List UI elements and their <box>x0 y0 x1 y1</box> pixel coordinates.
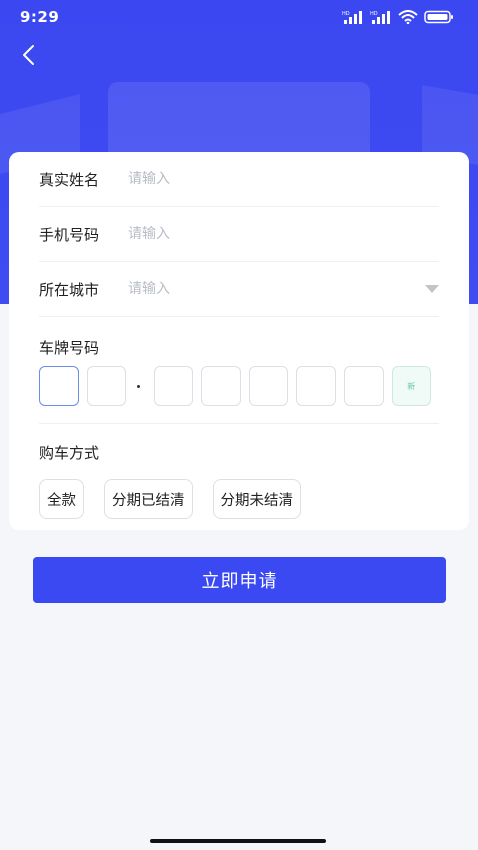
phone-label: 手机号码 <box>39 225 100 244</box>
purchase-options: 全款 分期已结清 分期未结清 <box>39 479 439 519</box>
home-indicator <box>150 839 326 843</box>
name-input[interactable] <box>128 171 439 187</box>
purchase-option-installment-outstanding[interactable]: 分期未结清 <box>212 479 301 519</box>
plate-char-6[interactable] <box>296 366 336 406</box>
city-select[interactable] <box>128 281 421 297</box>
submit-button[interactable]: 立即申请 <box>33 557 446 603</box>
hd-2-label: HD <box>370 11 378 17</box>
signal-2-icon: HD <box>370 10 392 24</box>
purchase-option-installment-cleared[interactable]: 分期已结清 <box>104 479 193 519</box>
name-label: 真实姓名 <box>39 170 100 189</box>
phone-row: 手机号码 <box>39 207 439 262</box>
plate-char-7[interactable] <box>343 366 384 406</box>
plate-char-3[interactable] <box>153 366 194 406</box>
phone-input[interactable] <box>128 226 439 242</box>
plate-label: 车牌号码 <box>39 339 100 357</box>
purchase-section: 购车方式 全款 分期已结清 分期未结清 <box>39 424 439 519</box>
name-row: 真实姓名 <box>39 152 439 207</box>
plate-separator <box>130 384 148 388</box>
signal-1-icon: HD <box>342 10 364 24</box>
status-bar: 9:29 HD HD <box>0 0 478 34</box>
caret-down-icon[interactable] <box>425 284 439 294</box>
back-button[interactable] <box>16 42 40 68</box>
plate-char-2[interactable] <box>86 366 127 406</box>
application-form: 真实姓名 手机号码 所在城市 车牌号码 新 购车方式 全款 分期已结清 <box>9 152 469 530</box>
purchase-label: 购车方式 <box>39 444 100 462</box>
plate-char-4[interactable] <box>201 366 241 406</box>
plate-section: 车牌号码 新 <box>39 317 439 424</box>
plate-char-new-energy[interactable]: 新 <box>391 366 432 406</box>
hd-1-label: HD <box>342 11 350 17</box>
wifi-icon <box>398 10 418 24</box>
city-row[interactable]: 所在城市 <box>39 262 439 317</box>
plate-char-5[interactable] <box>248 366 289 406</box>
plate-char-1[interactable] <box>39 366 79 406</box>
purchase-option-full[interactable]: 全款 <box>39 479 84 519</box>
chevron-left-icon <box>23 45 34 65</box>
status-time: 9:29 <box>20 8 60 26</box>
status-icons: HD HD <box>342 10 454 24</box>
plate-input-group: 新 <box>39 363 439 423</box>
city-label: 所在城市 <box>39 280 100 299</box>
battery-icon <box>424 10 454 24</box>
